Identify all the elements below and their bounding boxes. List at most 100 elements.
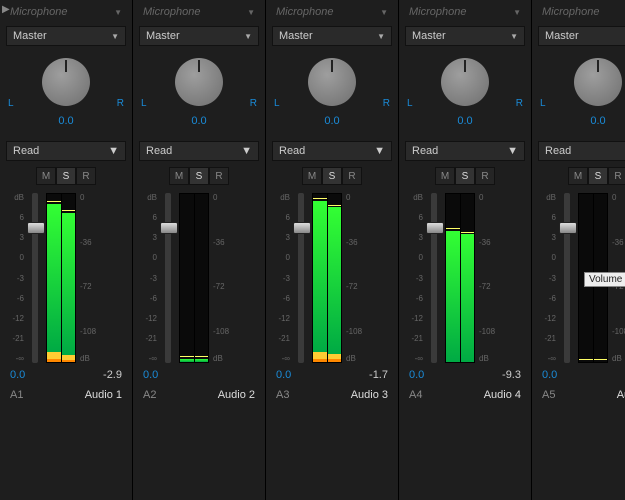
pan-left-label: L [141, 98, 147, 109]
channel-strip: Microphone▼Master▼LR0.0Read▼MSRdB630-3-6… [399, 0, 532, 500]
track-label: A5 Audio 5 [538, 389, 625, 401]
channel-strip: Microphone▼Master▼LR0.0Read▼MSRdB630-3-6… [266, 0, 399, 500]
fader[interactable] [425, 193, 443, 363]
record-button[interactable]: R [209, 167, 229, 185]
track-id: A5 [542, 389, 555, 401]
automation-dropdown[interactable]: Read▼ [139, 141, 259, 161]
fader-value[interactable]: 0.0 [143, 369, 158, 381]
fader-handle[interactable] [559, 222, 577, 234]
output-dropdown[interactable]: Master▼ [6, 26, 126, 46]
solo-button[interactable]: S [455, 167, 475, 185]
channel-strip: Microphone▼Master▼LR0.0Read▼MSRdB630-3-6… [133, 0, 266, 500]
solo-button[interactable]: S [56, 167, 76, 185]
automation-dropdown[interactable]: Read▼ [538, 141, 625, 161]
pan-section: L R 0.0 [6, 54, 126, 127]
audio-mixer: ▶ Microphone▼Master▼LR0.0Read▼MSRdB630-3… [0, 0, 625, 500]
chevron-down-icon: ▼ [377, 32, 385, 41]
mute-button[interactable]: M [36, 167, 56, 185]
track-name[interactable]: Audio 5 [617, 389, 625, 401]
track-name[interactable]: Audio 3 [351, 389, 388, 401]
automation-dropdown[interactable]: Read▼ [272, 141, 392, 161]
value-readout: 0.0 -1.7 [272, 369, 392, 381]
fader-handle[interactable] [160, 222, 178, 234]
msr-buttons: MSR [169, 167, 229, 185]
value-readout: 0.0 [538, 369, 625, 381]
fader[interactable] [292, 193, 310, 363]
pan-knob[interactable] [308, 58, 356, 106]
fader[interactable] [558, 193, 576, 363]
db-scale: dB630-3-6-12-21-∞ [6, 193, 26, 363]
peak-value[interactable]: -9.3 [502, 369, 521, 381]
pan-left-label: L [274, 98, 280, 109]
input-dropdown[interactable]: Microphone▼ [272, 4, 392, 20]
fader-handle[interactable] [426, 222, 444, 234]
fader[interactable] [26, 193, 44, 363]
value-readout: 0.0 -2.9 [6, 369, 126, 381]
record-button[interactable]: R [342, 167, 362, 185]
level-meter [179, 193, 209, 363]
output-dropdown[interactable]: Master▼ [139, 26, 259, 46]
level-meter [445, 193, 475, 363]
input-dropdown[interactable]: Microphone▼ [6, 4, 126, 20]
record-button[interactable]: R [608, 167, 625, 185]
fader-value[interactable]: 0.0 [409, 369, 424, 381]
pan-right-label: R [250, 98, 257, 109]
pan-knob[interactable] [175, 58, 223, 106]
pan-knob[interactable] [574, 58, 622, 106]
fader-value[interactable]: 0.0 [276, 369, 291, 381]
track-name[interactable]: Audio 2 [218, 389, 255, 401]
record-button[interactable]: R [76, 167, 96, 185]
chevron-down-icon: ▼ [507, 145, 518, 157]
input-dropdown[interactable]: Microphone▼ [405, 4, 525, 20]
solo-button[interactable]: S [322, 167, 342, 185]
pan-knob[interactable] [441, 58, 489, 106]
msr-buttons: MSR [568, 167, 625, 185]
track-id: A2 [143, 389, 156, 401]
chevron-down-icon: ▼ [513, 8, 521, 17]
pan-right-label: R [117, 98, 124, 109]
pan-left-label: L [8, 98, 14, 109]
track-id: A3 [276, 389, 289, 401]
solo-button[interactable]: S [189, 167, 209, 185]
track-label: A3 Audio 3 [272, 389, 392, 401]
automation-dropdown[interactable]: Read▼ [405, 141, 525, 161]
track-name[interactable]: Audio 1 [85, 389, 122, 401]
fader-handle[interactable] [293, 222, 311, 234]
solo-button[interactable]: S [588, 167, 608, 185]
msr-buttons: MSR [302, 167, 362, 185]
db-scale: 0-36-72-108dB [344, 193, 364, 363]
pan-value[interactable]: 0.0 [272, 115, 392, 127]
mute-button[interactable]: M [169, 167, 189, 185]
mute-button[interactable]: M [435, 167, 455, 185]
peak-value[interactable]: -1.7 [369, 369, 388, 381]
db-scale: dB630-3-6-12-21-∞ [538, 193, 558, 363]
record-button[interactable]: R [475, 167, 495, 185]
pan-value[interactable]: 0.0 [405, 115, 525, 127]
output-dropdown[interactable]: Master▼ [272, 26, 392, 46]
pan-section: L R 0.0 [139, 54, 259, 127]
chevron-down-icon: ▼ [247, 8, 255, 17]
chevron-down-icon: ▼ [380, 8, 388, 17]
value-readout: 0.0 [139, 369, 259, 381]
track-name[interactable]: Audio 4 [484, 389, 521, 401]
automation-dropdown[interactable]: Read▼ [6, 141, 126, 161]
mute-button[interactable]: M [568, 167, 588, 185]
channel-strip: Microphone▼Master▼LR0.0Read▼MSRdB630-3-6… [0, 0, 133, 500]
pan-knob[interactable] [42, 58, 90, 106]
fader[interactable] [159, 193, 177, 363]
fader-value[interactable]: 0.0 [10, 369, 25, 381]
pan-value[interactable]: 0.0 [538, 115, 625, 127]
input-dropdown[interactable]: Microphone▼ [538, 4, 625, 20]
fader-handle[interactable] [27, 222, 45, 234]
tooltip: Volume [584, 272, 625, 287]
pan-value[interactable]: 0.0 [6, 115, 126, 127]
pan-value[interactable]: 0.0 [139, 115, 259, 127]
input-dropdown[interactable]: Microphone▼ [139, 4, 259, 20]
chevron-down-icon: ▼ [244, 32, 252, 41]
fader-value[interactable]: 0.0 [542, 369, 557, 381]
output-dropdown[interactable]: Master▼ [405, 26, 525, 46]
output-dropdown[interactable]: Master▼ [538, 26, 625, 46]
pan-section: LR0.0 [272, 54, 392, 127]
peak-value[interactable]: -2.9 [103, 369, 122, 381]
mute-button[interactable]: M [302, 167, 322, 185]
